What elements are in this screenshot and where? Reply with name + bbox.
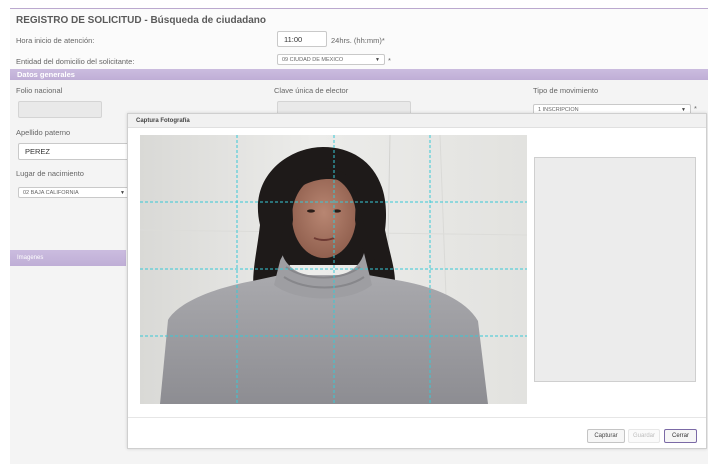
apellido-paterno-label: Apellido paterno [16,128,71,137]
photo-image [140,135,527,404]
tipo-movimiento-value: 1 INSCRIPCION [538,106,579,113]
entidad-required: * [388,56,391,65]
page-title: REGISTRO DE SOLICITUD - Búsqueda de ciud… [16,15,267,26]
clave-elector-label: Clave única de elector [274,86,349,95]
chevron-down-icon: ▼ [681,106,686,113]
datos-generales-header: Datos generales [10,69,708,80]
chevron-down-icon: ▼ [375,56,380,63]
tipo-required: * [694,104,697,113]
captured-photo-preview [534,157,696,382]
entidad-select[interactable]: 09 CIUDAD DE MEXICO ▼ [277,54,385,65]
hora-format-hint: 24hrs. (hh:mm)* [331,36,385,45]
dialog-footer: Capturar Guardar Cerrar [128,417,706,449]
hora-input[interactable]: 11:00 [277,31,327,47]
folio-input[interactable] [18,101,102,118]
capturar-button[interactable]: Capturar [587,429,625,443]
imagenes-header: Imagenes [10,250,126,266]
folio-label: Folio nacional [16,86,63,95]
lugar-nacimiento-select[interactable]: 02 BAJA CALIFORNIA ▼ [18,187,130,198]
lugar-nacimiento-value: 02 BAJA CALIFORNIA [23,189,79,196]
captura-fotografia-dialog: Captura Fotografía Capturar Guardar Cerr… [127,113,707,449]
entidad-label: Entidad del domicilio del solicitante: [16,57,135,66]
camera-photo-view[interactable] [140,135,527,404]
lugar-nacimiento-label: Lugar de nacimiento [16,169,84,178]
dialog-title: Captura Fotografía [128,114,706,128]
cerrar-button[interactable]: Cerrar [664,429,697,443]
entidad-select-value: 09 CIUDAD DE MEXICO [282,56,344,63]
tipo-movimiento-label: Tipo de movimiento [533,86,599,95]
guardar-button[interactable]: Guardar [628,429,660,443]
hora-label: Hora inicio de atención: [16,36,95,45]
apellido-paterno-input[interactable]: PEREZ [18,143,138,160]
chevron-down-icon: ▼ [120,189,125,196]
